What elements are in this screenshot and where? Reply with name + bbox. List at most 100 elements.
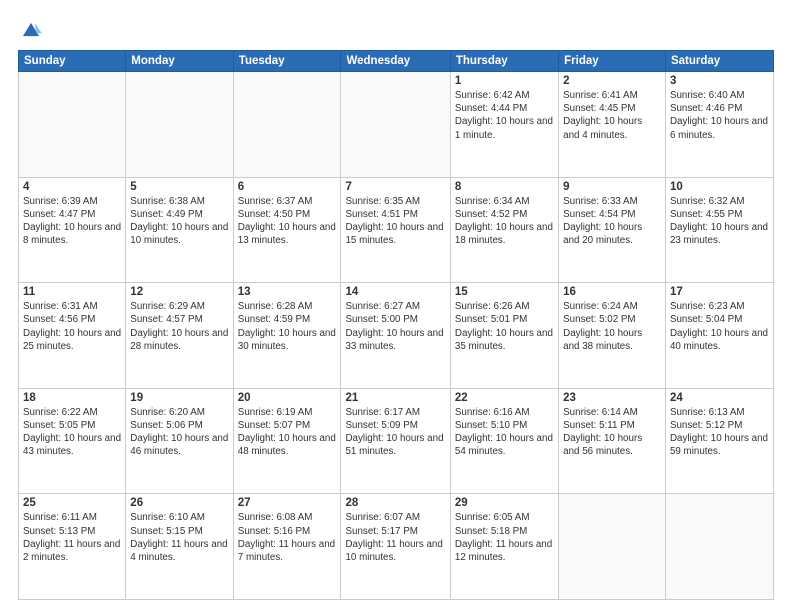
day-info: Sunrise: 6:39 AM Sunset: 4:47 PM Dayligh… bbox=[23, 195, 121, 248]
day-number: 17 bbox=[670, 286, 769, 298]
day-number: 14 bbox=[345, 286, 445, 298]
logo-icon bbox=[20, 20, 42, 42]
day-number: 21 bbox=[345, 392, 445, 404]
calendar-cell: 21 Sunrise: 6:17 AM Sunset: 5:09 PM Dayli… bbox=[341, 388, 450, 494]
day-number: 22 bbox=[455, 392, 554, 404]
column-header-friday: Friday bbox=[559, 51, 666, 72]
calendar-cell: 24 Sunrise: 6:13 AM Sunset: 5:12 PM Dayli… bbox=[665, 388, 773, 494]
day-number: 5 bbox=[130, 181, 228, 193]
day-number: 27 bbox=[238, 497, 337, 509]
day-number: 24 bbox=[670, 392, 769, 404]
calendar-cell: 3 Sunrise: 6:40 AM Sunset: 4:46 PM Daylig… bbox=[665, 72, 773, 178]
day-info: Sunrise: 6:20 AM Sunset: 5:06 PM Dayligh… bbox=[130, 406, 228, 459]
calendar-cell bbox=[126, 72, 233, 178]
calendar-cell: 19 Sunrise: 6:20 AM Sunset: 5:06 PM Dayli… bbox=[126, 388, 233, 494]
day-info: Sunrise: 6:38 AM Sunset: 4:49 PM Dayligh… bbox=[130, 195, 228, 248]
calendar-table: SundayMondayTuesdayWednesdayThursdayFrid… bbox=[18, 50, 774, 600]
calendar-cell: 22 Sunrise: 6:16 AM Sunset: 5:10 PM Dayli… bbox=[450, 388, 558, 494]
day-number: 3 bbox=[670, 75, 769, 87]
calendar-cell bbox=[233, 72, 341, 178]
calendar-cell: 17 Sunrise: 6:23 AM Sunset: 5:04 PM Dayli… bbox=[665, 283, 773, 389]
day-info: Sunrise: 6:08 AM Sunset: 5:16 PM Dayligh… bbox=[238, 511, 337, 564]
calendar-cell bbox=[665, 494, 773, 600]
calendar-cell: 1 Sunrise: 6:42 AM Sunset: 4:44 PM Daylig… bbox=[450, 72, 558, 178]
calendar-week-1: 1 Sunrise: 6:42 AM Sunset: 4:44 PM Daylig… bbox=[19, 72, 774, 178]
calendar-cell: 29Sunrise: 6:05 AM Sunset: 5:18 PM Dayli… bbox=[450, 494, 558, 600]
calendar-week-3: 11 Sunrise: 6:31 AM Sunset: 4:56 PM Dayli… bbox=[19, 283, 774, 389]
day-number: 19 bbox=[130, 392, 228, 404]
day-number: 20 bbox=[238, 392, 337, 404]
day-number: 7 bbox=[345, 181, 445, 193]
day-info: Sunrise: 6:37 AM Sunset: 4:50 PM Dayligh… bbox=[238, 195, 337, 248]
day-info: Sunrise: 6:32 AM Sunset: 4:55 PM Dayligh… bbox=[670, 195, 769, 248]
day-info: Sunrise: 6:22 AM Sunset: 5:05 PM Dayligh… bbox=[23, 406, 121, 459]
day-info: Sunrise: 6:40 AM Sunset: 4:46 PM Dayligh… bbox=[670, 89, 769, 142]
day-number: 26 bbox=[130, 497, 228, 509]
day-info: Sunrise: 6:28 AM Sunset: 4:59 PM Dayligh… bbox=[238, 300, 337, 353]
logo bbox=[18, 20, 46, 42]
calendar-cell: 14 Sunrise: 6:27 AM Sunset: 5:00 PM Dayli… bbox=[341, 283, 450, 389]
calendar-cell: 11 Sunrise: 6:31 AM Sunset: 4:56 PM Dayli… bbox=[19, 283, 126, 389]
column-header-saturday: Saturday bbox=[665, 51, 773, 72]
day-info: Sunrise: 6:35 AM Sunset: 4:51 PM Dayligh… bbox=[345, 195, 445, 248]
column-header-monday: Monday bbox=[126, 51, 233, 72]
calendar-cell: 8Sunrise: 6:34 AM Sunset: 4:52 PM Daylig… bbox=[450, 177, 558, 283]
calendar-body: 1 Sunrise: 6:42 AM Sunset: 4:44 PM Daylig… bbox=[19, 72, 774, 600]
calendar-cell: 20 Sunrise: 6:19 AM Sunset: 5:07 PM Dayli… bbox=[233, 388, 341, 494]
day-info: Sunrise: 6:33 AM Sunset: 4:54 PM Dayligh… bbox=[563, 195, 661, 248]
day-info: Sunrise: 6:10 AM Sunset: 5:15 PM Dayligh… bbox=[130, 511, 228, 564]
day-info: Sunrise: 6:26 AM Sunset: 5:01 PM Dayligh… bbox=[455, 300, 554, 353]
day-number: 23 bbox=[563, 392, 661, 404]
day-info: Sunrise: 6:13 AM Sunset: 5:12 PM Dayligh… bbox=[670, 406, 769, 459]
column-header-sunday: Sunday bbox=[19, 51, 126, 72]
day-info: Sunrise: 6:11 AM Sunset: 5:13 PM Dayligh… bbox=[23, 511, 121, 564]
calendar-cell: 26 Sunrise: 6:10 AM Sunset: 5:15 PM Dayli… bbox=[126, 494, 233, 600]
day-info: Sunrise: 6:07 AM Sunset: 5:17 PM Dayligh… bbox=[345, 511, 445, 564]
calendar-cell: 12 Sunrise: 6:29 AM Sunset: 4:57 PM Dayli… bbox=[126, 283, 233, 389]
day-number: 29 bbox=[455, 497, 554, 509]
column-header-thursday: Thursday bbox=[450, 51, 558, 72]
calendar-cell: 16 Sunrise: 6:24 AM Sunset: 5:02 PM Dayli… bbox=[559, 283, 666, 389]
day-number: 11 bbox=[23, 286, 121, 298]
header bbox=[18, 16, 774, 42]
calendar-cell: 13 Sunrise: 6:28 AM Sunset: 4:59 PM Dayli… bbox=[233, 283, 341, 389]
calendar-cell: 10Sunrise: 6:32 AM Sunset: 4:55 PM Dayli… bbox=[665, 177, 773, 283]
day-info: Sunrise: 6:27 AM Sunset: 5:00 PM Dayligh… bbox=[345, 300, 445, 353]
column-header-tuesday: Tuesday bbox=[233, 51, 341, 72]
calendar-cell: 23 Sunrise: 6:14 AM Sunset: 5:11 PM Dayli… bbox=[559, 388, 666, 494]
calendar-cell: 4 Sunrise: 6:39 AM Sunset: 4:47 PM Daylig… bbox=[19, 177, 126, 283]
day-number: 9 bbox=[563, 181, 661, 193]
day-info: Sunrise: 6:19 AM Sunset: 5:07 PM Dayligh… bbox=[238, 406, 337, 459]
day-info: Sunrise: 6:14 AM Sunset: 5:11 PM Dayligh… bbox=[563, 406, 661, 459]
calendar-header-row: SundayMondayTuesdayWednesdayThursdayFrid… bbox=[19, 51, 774, 72]
day-number: 28 bbox=[345, 497, 445, 509]
calendar-cell: 25 Sunrise: 6:11 AM Sunset: 5:13 PM Dayli… bbox=[19, 494, 126, 600]
day-info: Sunrise: 6:24 AM Sunset: 5:02 PM Dayligh… bbox=[563, 300, 661, 353]
day-info: Sunrise: 6:23 AM Sunset: 5:04 PM Dayligh… bbox=[670, 300, 769, 353]
calendar-cell: 9 Sunrise: 6:33 AM Sunset: 4:54 PM Daylig… bbox=[559, 177, 666, 283]
day-number: 6 bbox=[238, 181, 337, 193]
calendar-cell: 18 Sunrise: 6:22 AM Sunset: 5:05 PM Dayli… bbox=[19, 388, 126, 494]
day-number: 12 bbox=[130, 286, 228, 298]
day-info: Sunrise: 6:17 AM Sunset: 5:09 PM Dayligh… bbox=[345, 406, 445, 459]
day-number: 16 bbox=[563, 286, 661, 298]
calendar-cell: 28 Sunrise: 6:07 AM Sunset: 5:17 PM Dayli… bbox=[341, 494, 450, 600]
day-number: 4 bbox=[23, 181, 121, 193]
day-number: 25 bbox=[23, 497, 121, 509]
day-number: 8 bbox=[455, 181, 554, 193]
page: SundayMondayTuesdayWednesdayThursdayFrid… bbox=[0, 0, 792, 612]
day-info: Sunrise: 6:31 AM Sunset: 4:56 PM Dayligh… bbox=[23, 300, 121, 353]
column-header-wednesday: Wednesday bbox=[341, 51, 450, 72]
calendar-week-2: 4 Sunrise: 6:39 AM Sunset: 4:47 PM Daylig… bbox=[19, 177, 774, 283]
day-info: Sunrise: 6:16 AM Sunset: 5:10 PM Dayligh… bbox=[455, 406, 554, 459]
day-info: Sunrise: 6:42 AM Sunset: 4:44 PM Dayligh… bbox=[455, 89, 554, 142]
day-info: Sunrise: 6:29 AM Sunset: 4:57 PM Dayligh… bbox=[130, 300, 228, 353]
day-number: 15 bbox=[455, 286, 554, 298]
calendar-cell: 2Sunrise: 6:41 AM Sunset: 4:45 PM Daylig… bbox=[559, 72, 666, 178]
calendar-cell: 15 Sunrise: 6:26 AM Sunset: 5:01 PM Dayli… bbox=[450, 283, 558, 389]
day-number: 1 bbox=[455, 75, 554, 87]
day-number: 18 bbox=[23, 392, 121, 404]
day-number: 13 bbox=[238, 286, 337, 298]
calendar-cell bbox=[19, 72, 126, 178]
calendar-week-4: 18 Sunrise: 6:22 AM Sunset: 5:05 PM Dayli… bbox=[19, 388, 774, 494]
